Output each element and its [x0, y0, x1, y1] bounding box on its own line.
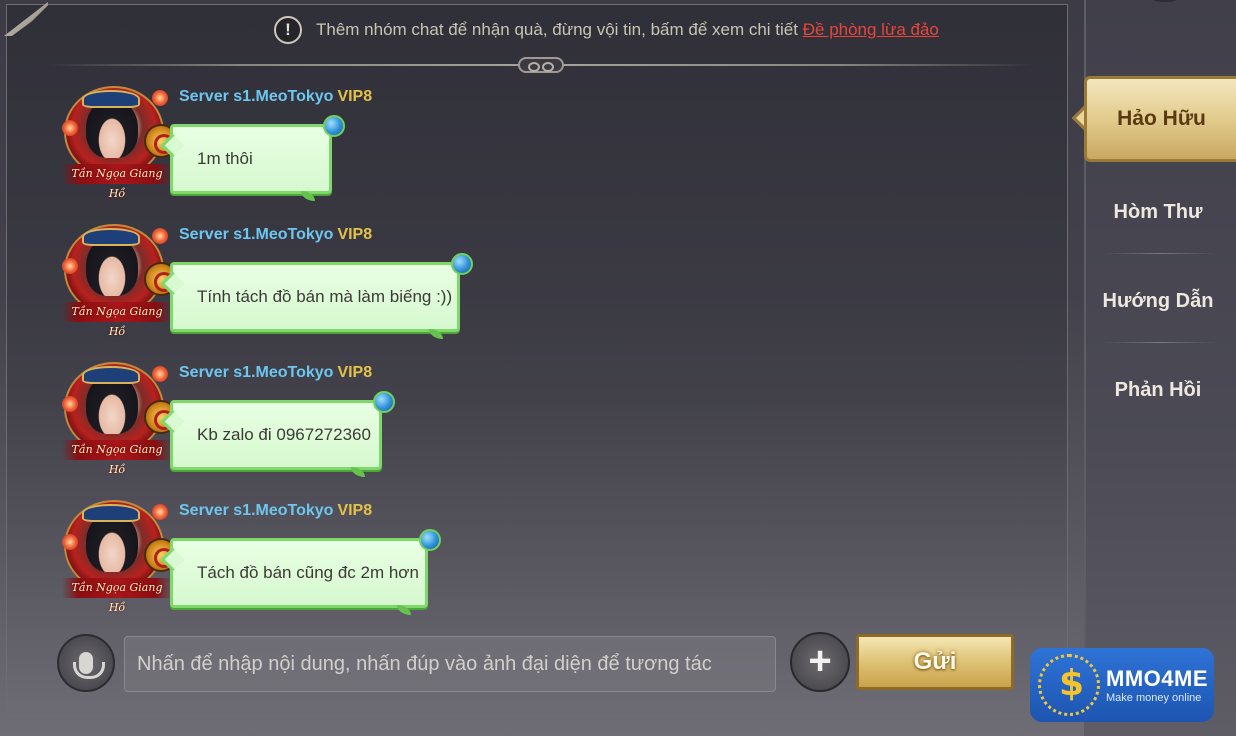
chat-message: Tần Ngọa Giang Hồ Server s1.MeoTokyo VIP8… — [56, 80, 496, 212]
leaf-decoration — [301, 191, 315, 201]
vip-badge: VIP8 — [337, 502, 373, 519]
flower-decoration — [152, 228, 168, 244]
microphone-icon — [73, 652, 105, 679]
tab-separator — [1104, 253, 1216, 254]
flower-decoration — [62, 258, 78, 274]
flower-decoration — [62, 120, 78, 136]
watermark-brand: MMO4ME — [1106, 666, 1208, 691]
notice-message: Thêm nhóm chat để nhận quà, đừng vội tin… — [316, 20, 798, 39]
flower-decoration — [152, 90, 168, 106]
dollar-sign: $ — [1059, 663, 1085, 704]
avatar[interactable]: Tần Ngọa Giang Hồ — [56, 356, 178, 476]
avatar-hat — [82, 366, 140, 384]
tab-label: Phản Hồi — [1114, 378, 1202, 401]
avatar-hat — [82, 504, 140, 522]
message-text: Tính tách đồ bán mà làm biếng :)) — [197, 287, 453, 306]
vip-badge: VIP8 — [337, 364, 373, 381]
avatar[interactable]: Tần Ngọa Giang Hồ — [56, 494, 178, 614]
game-chat-screen: ! Thêm nhóm chat để nhận quà, đừng vội t… — [0, 0, 1236, 736]
sender-name[interactable]: Server s1.MeoTokyo VIP8 — [179, 364, 372, 382]
flower-decoration — [62, 534, 78, 550]
message-bubble[interactable]: Tính tách đồ bán mà làm biếng :)) — [170, 253, 473, 339]
globe-icon — [419, 529, 441, 551]
flower-decoration — [152, 366, 168, 382]
watermark-slogan: Make money online — [1106, 692, 1202, 704]
flower-decoration — [152, 504, 168, 520]
avatar-title: Tần Ngọa Giang Hồ — [62, 164, 172, 200]
notice-bar[interactable]: ! Thêm nhóm chat để nhận quà, đừng vội t… — [274, 16, 939, 44]
message-bubble[interactable]: 1m thôi — [170, 115, 345, 201]
divider-knot-ornament — [518, 57, 564, 73]
dollar-logo-icon: $ — [1038, 654, 1100, 716]
tab-label: Hảo Hữu — [1117, 107, 1206, 130]
chat-message-input[interactable] — [124, 636, 776, 692]
message-text: 1m thôi — [197, 149, 253, 168]
vip-badge: VIP8 — [337, 226, 373, 243]
sender-server-name: Server s1.MeoTokyo — [179, 502, 334, 519]
tab-friends[interactable]: Hảo Hữu — [1084, 76, 1236, 162]
notice-text: Thêm nhóm chat để nhận quà, đừng vội tin… — [316, 20, 939, 40]
send-button[interactable]: Gửi — [856, 634, 1014, 690]
voice-input-button[interactable] — [57, 634, 115, 692]
tab-feedback[interactable]: Phản Hồi — [1102, 346, 1214, 434]
sender-server-name: Server s1.MeoTokyo — [179, 226, 334, 243]
avatar-title: Tần Ngọa Giang Hồ — [62, 578, 172, 614]
leaf-decoration — [351, 467, 365, 477]
vip-badge: VIP8 — [337, 88, 373, 105]
chat-message: Tần Ngọa Giang Hồ Server s1.MeoTokyo VIP8… — [56, 356, 496, 488]
avatar-title: Tần Ngọa Giang Hồ — [62, 440, 172, 476]
globe-icon — [373, 391, 395, 413]
chat-message: Tần Ngọa Giang Hồ Server s1.MeoTokyo VIP8… — [56, 494, 496, 626]
message-text: Kb zalo đi 0967272360 — [197, 425, 371, 444]
sender-name[interactable]: Server s1.MeoTokyo VIP8 — [179, 88, 372, 106]
sender-name[interactable]: Server s1.MeoTokyo VIP8 — [179, 226, 372, 244]
avatar-hat — [82, 90, 140, 108]
flower-decoration — [62, 396, 78, 412]
scam-warning-link[interactable]: Đề phòng lừa đảo — [803, 20, 939, 39]
chat-message: Tần Ngọa Giang Hồ Server s1.MeoTokyo VIP8… — [56, 218, 496, 350]
add-attachment-button[interactable]: + — [790, 632, 850, 692]
avatar[interactable]: Tần Ngọa Giang Hồ — [56, 218, 178, 338]
tab-separator — [1104, 342, 1216, 343]
globe-icon — [451, 253, 473, 275]
tab-label: Hòm Thư — [1113, 200, 1203, 223]
mmo4me-watermark: $ MMO4ME Make money online — [1030, 648, 1214, 722]
tab-mailbox[interactable]: Hòm Thư — [1102, 168, 1214, 256]
sender-server-name: Server s1.MeoTokyo — [179, 88, 334, 105]
message-text: Tách đồ bán cũng đc 2m hơn — [197, 563, 419, 582]
leaf-decoration — [397, 605, 411, 615]
sender-name[interactable]: Server s1.MeoTokyo VIP8 — [179, 502, 372, 520]
message-bubble[interactable]: Tách đồ bán cũng đc 2m hơn — [170, 529, 441, 615]
message-bubble[interactable]: Kb zalo đi 0967272360 — [170, 391, 395, 477]
leaf-decoration — [429, 329, 443, 339]
tab-label: Hướng Dẫn — [1102, 289, 1214, 312]
avatar[interactable]: Tần Ngọa Giang Hồ — [56, 80, 178, 200]
sender-server-name: Server s1.MeoTokyo — [179, 364, 334, 381]
watermark-text: MMO4ME Make money online — [1106, 666, 1208, 704]
globe-icon — [323, 115, 345, 137]
avatar-title: Tần Ngọa Giang Hồ — [62, 302, 172, 338]
avatar-hat — [82, 228, 140, 246]
exclamation-icon: ! — [274, 16, 302, 44]
tab-guide[interactable]: Hướng Dẫn — [1102, 257, 1214, 345]
plus-icon: + — [808, 639, 832, 683]
